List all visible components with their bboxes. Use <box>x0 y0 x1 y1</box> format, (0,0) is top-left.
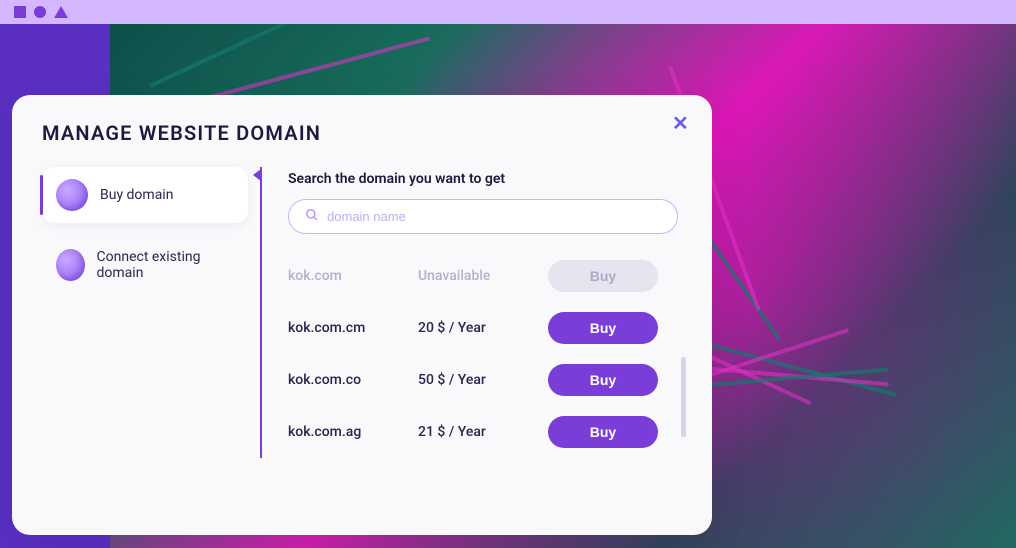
triangle-icon <box>54 6 68 18</box>
sidebar-item-label: Buy domain <box>100 187 173 203</box>
sidebar-item-connect-domain[interactable]: Connect existing domain <box>42 237 248 293</box>
search-box[interactable] <box>288 199 678 234</box>
globe-icon <box>56 179 88 211</box>
chevron-left-icon <box>253 169 261 181</box>
domain-price: 21 $ / Year <box>418 424 548 440</box>
domain-name: kok.com.co <box>288 372 418 388</box>
main-panel: Search the domain you want to get kok.co… <box>260 167 682 458</box>
domain-name: kok.com.cm <box>288 320 418 336</box>
circle-icon <box>34 6 46 18</box>
manage-domain-modal: ✕ MANAGE WEBSITE DOMAIN Buy domain Conne… <box>12 95 712 535</box>
search-icon <box>305 208 319 225</box>
domain-price: 50 $ / Year <box>418 372 548 388</box>
domain-name: kok.com <box>288 268 418 284</box>
domain-price: Unavailable <box>418 268 548 284</box>
sidebar-item-buy-domain[interactable]: Buy domain <box>42 167 248 223</box>
search-heading: Search the domain you want to get <box>288 171 678 187</box>
browser-chrome <box>0 0 1016 24</box>
domain-name: kok.com.ag <box>288 424 418 440</box>
domain-search-input[interactable] <box>327 209 661 224</box>
buy-button: Buy <box>548 260 658 292</box>
sidebar-item-label: Connect existing domain <box>97 249 234 281</box>
domain-price: 20 $ / Year <box>418 320 548 336</box>
domain-result-row: kok.com.ag 21 $ / Year Buy <box>288 406 678 458</box>
buy-button[interactable]: Buy <box>548 416 658 448</box>
scrollbar-thumb[interactable] <box>681 357 686 437</box>
domain-result-row: kok.com Unavailable Buy <box>288 250 678 302</box>
square-icon <box>14 6 26 18</box>
sidebar: Buy domain Connect existing domain <box>42 167 260 458</box>
globe-link-icon <box>56 249 85 281</box>
domain-result-row: kok.com.co 50 $ / Year Buy <box>288 354 678 406</box>
buy-button[interactable]: Buy <box>548 312 658 344</box>
modal-title: MANAGE WEBSITE DOMAIN <box>42 121 682 145</box>
close-button[interactable]: ✕ <box>672 113 692 133</box>
domain-result-row: kok.com.cm 20 $ / Year Buy <box>288 302 678 354</box>
buy-button[interactable]: Buy <box>548 364 658 396</box>
